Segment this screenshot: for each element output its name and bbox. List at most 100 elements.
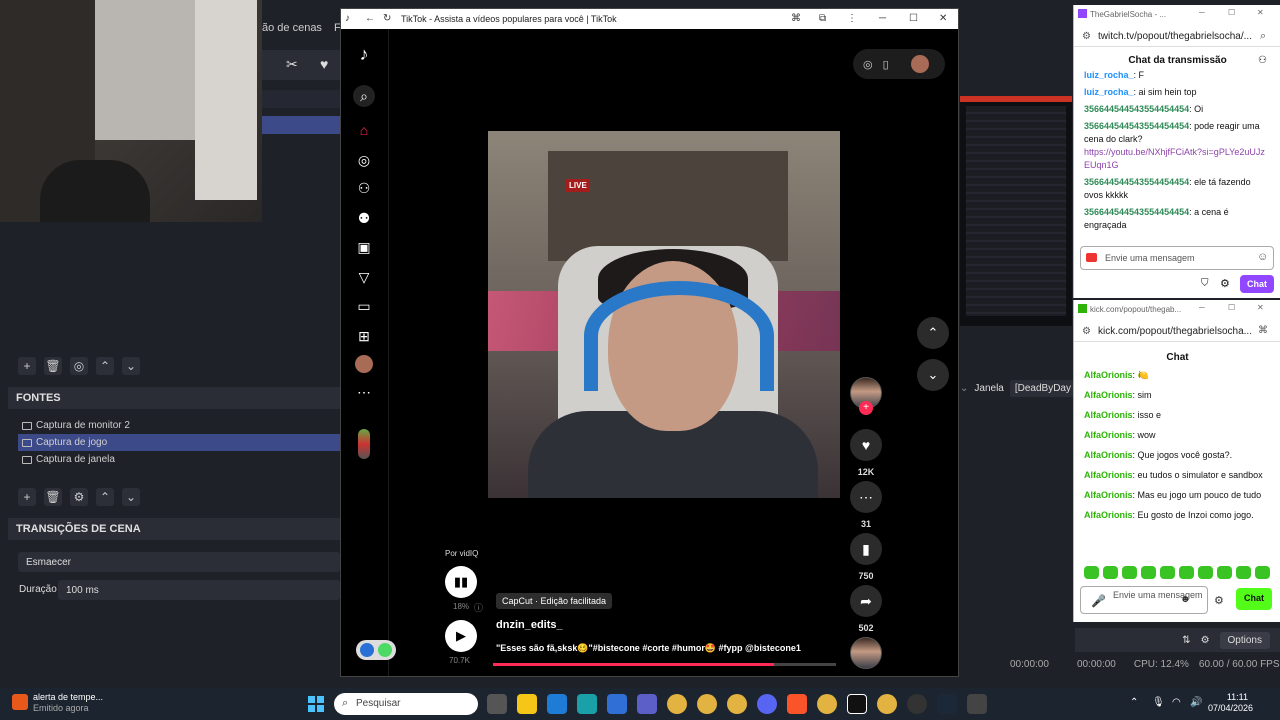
stats-button[interactable]: ▮▮ (445, 566, 477, 598)
twitch-chat-button[interactable]: Chat (1240, 275, 1274, 293)
emote-icon[interactable] (1084, 566, 1099, 579)
chrome-icon[interactable] (667, 694, 687, 714)
translate-icon[interactable]: ⌘ (1258, 325, 1268, 336)
chrome-icon[interactable] (877, 694, 897, 714)
save-action[interactable]: ▮ 750 (850, 533, 882, 581)
following-icon[interactable]: ⚇ (355, 179, 373, 197)
chrome-icon[interactable] (697, 694, 717, 714)
emote-icon[interactable] (1255, 566, 1270, 579)
minimize-icon[interactable]: ─ (879, 13, 886, 24)
translate-icon[interactable]: ⌘ (791, 13, 801, 24)
volume-icon[interactable]: 🔊 (1190, 697, 1202, 708)
chat-username[interactable]: AlfaOrionis (1084, 370, 1133, 380)
source-item[interactable]: Captura de monitor 2 (18, 417, 340, 434)
scene-row[interactable] (262, 90, 340, 108)
next-video-button[interactable]: ⌄ (917, 359, 949, 391)
chat-username[interactable]: luiz_rocha_ (1084, 70, 1134, 80)
messages-icon[interactable]: ▭ (355, 297, 373, 315)
share-icon[interactable]: ➦ (850, 585, 882, 617)
close-icon[interactable]: ✕ (1257, 303, 1264, 312)
mic-icon[interactable]: 🎙 (1152, 697, 1165, 708)
gear-icon[interactable]: ⚙ (1214, 594, 1224, 607)
close-icon[interactable]: ✕ (1257, 8, 1264, 17)
outlook-icon[interactable] (547, 694, 567, 714)
author-avatar-action[interactable]: + (850, 377, 882, 415)
twitch-url[interactable]: twitch.tv/popout/thegabrielsocha/... (1074, 25, 1280, 47)
move-down-button[interactable]: ⌄ (122, 488, 140, 506)
emote-icon[interactable] (1179, 566, 1194, 579)
chevron-up-icon[interactable]: ⌃ (1130, 697, 1138, 708)
add-source-button[interactable]: + (18, 488, 36, 506)
chat-username[interactable]: luiz_rocha_ (1084, 87, 1134, 97)
app-icon[interactable] (967, 694, 987, 714)
emote-icon[interactable] (1217, 566, 1232, 579)
chat-link[interactable]: https://youtu.be/NXhjfFCiAtk?si=gPLYe2uU… (1084, 147, 1265, 170)
kick-chat-button[interactable]: Chat (1236, 588, 1272, 610)
shield-icon[interactable]: ⛉ (1201, 278, 1209, 289)
emote-icon[interactable] (1141, 566, 1156, 579)
comment-icon[interactable]: ⋯ (850, 481, 882, 513)
steam-icon[interactable] (937, 694, 957, 714)
tools-icon[interactable]: ✂ (286, 56, 298, 73)
like-action[interactable]: ♥ 12K (850, 429, 882, 477)
weather-alert-icon[interactable] (12, 694, 28, 710)
emote-icon[interactable]: ☺ (1257, 251, 1268, 263)
minimize-icon[interactable]: ─ (1199, 303, 1205, 312)
emote-icon[interactable] (1198, 566, 1213, 579)
source-item[interactable]: Captura de janela (18, 451, 340, 468)
chat-username[interactable]: AlfaOrionis (1084, 390, 1133, 400)
video-player[interactable]: LIVE (488, 131, 840, 498)
chat-username[interactable]: AlfaOrionis (1084, 470, 1133, 480)
reload-icon[interactable]: ↻ (383, 13, 391, 24)
chat-username[interactable]: AlfaOrionis (1084, 450, 1133, 460)
move-up-button[interactable]: ⌃ (96, 488, 114, 506)
maximize-icon[interactable]: ☐ (1228, 303, 1235, 312)
store-icon[interactable] (607, 694, 627, 714)
share-action[interactable]: ➦ 502 (850, 585, 882, 633)
extension-toggle[interactable] (356, 640, 396, 660)
bookmark-icon[interactable]: ▮ (850, 533, 882, 565)
move-up-button[interactable]: ⌃ (96, 357, 114, 375)
wifi-icon[interactable]: ◠ (1172, 697, 1181, 708)
transition-select[interactable]: Esmaecer (18, 552, 340, 572)
remove-source-button[interactable]: 🗑 (44, 488, 62, 506)
chrome-icon[interactable] (727, 694, 747, 714)
site-info-icon[interactable]: ⚙ (1082, 31, 1091, 42)
emote-picker-icon[interactable]: ☻ (1180, 594, 1191, 605)
search-icon[interactable]: ⌕ (1260, 30, 1266, 43)
chevron-down-icon[interactable]: ⌄ (960, 383, 968, 394)
comment-action[interactable]: ⋯ 31 (850, 481, 882, 529)
windows-start-icon[interactable] (308, 696, 324, 712)
info-icon[interactable]: ⓘ (474, 601, 483, 614)
scene-row-selected[interactable] (262, 116, 340, 134)
record-icon[interactable] (1086, 253, 1097, 262)
maximize-icon[interactable]: ☐ (1228, 8, 1235, 17)
video-progress[interactable] (493, 663, 836, 666)
tiktok-logo-icon[interactable]: ♪ (355, 45, 373, 63)
emote-icon[interactable] (1103, 566, 1118, 579)
chat-username[interactable]: 356644544543554454454 (1084, 207, 1189, 217)
file-explorer-icon[interactable] (517, 694, 537, 714)
follow-icon[interactable]: + (859, 401, 873, 415)
gear-icon[interactable]: ⚙ (1220, 277, 1230, 290)
menu-icon[interactable]: ⋮ (847, 13, 857, 24)
maximize-icon[interactable]: ☐ (909, 13, 918, 24)
emote-icon[interactable] (1236, 566, 1251, 579)
minimize-icon[interactable]: ─ (1199, 8, 1205, 17)
add-scene-button[interactable]: + (18, 357, 36, 375)
menu-scene-collection[interactable]: ão de cenas (262, 22, 322, 42)
heart-icon[interactable]: ♥ (320, 56, 328, 72)
chat-username[interactable]: AlfaOrionis (1084, 430, 1133, 440)
live-icon[interactable]: ▣ (355, 238, 373, 256)
microphone-icon[interactable]: 🎤 (1091, 594, 1106, 608)
move-down-button[interactable]: ⌄ (122, 357, 140, 375)
emote-icon[interactable] (1160, 566, 1175, 579)
more-icon[interactable]: ⋯ (355, 383, 373, 401)
avatar[interactable] (910, 55, 929, 73)
chat-username[interactable]: 356644544543554454454 (1084, 177, 1189, 187)
upload-icon[interactable]: ▽ (355, 268, 373, 286)
tiktok-icon[interactable] (847, 694, 867, 714)
teams-icon[interactable] (637, 694, 657, 714)
friends-icon[interactable]: ⚉ (355, 209, 373, 227)
obs-icon[interactable] (907, 694, 927, 714)
